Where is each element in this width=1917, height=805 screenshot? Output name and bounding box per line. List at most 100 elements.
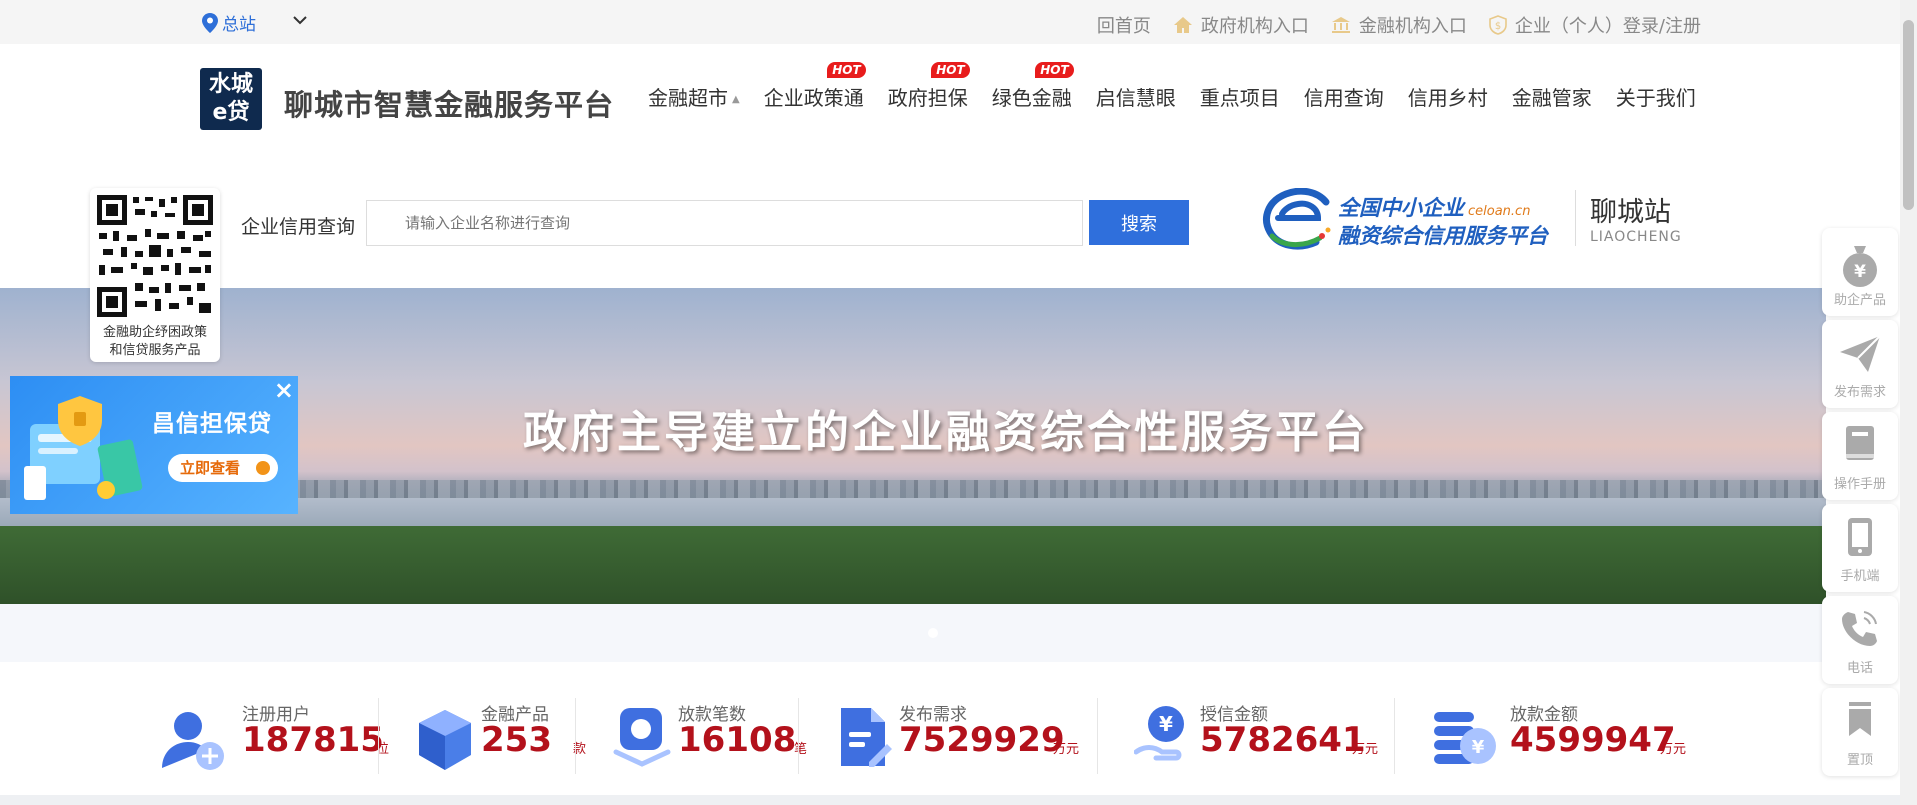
promo-view-button[interactable]: 立即查看 bbox=[168, 454, 278, 482]
stat-unit: 万元 bbox=[1352, 742, 1379, 757]
float-products[interactable]: ¥ 助企产品 bbox=[1822, 228, 1898, 316]
float-label: 操作手册 bbox=[1833, 477, 1886, 492]
nav-label: 启信慧眼 bbox=[1095, 86, 1176, 110]
chevron-down-icon[interactable] bbox=[292, 14, 308, 26]
hot-badge: HOT bbox=[931, 62, 970, 78]
nav-item-gov-guarantee[interactable]: 政府担保 HOT bbox=[887, 62, 970, 111]
qr-caption-line1: 金融助企纾困政策 bbox=[102, 325, 207, 340]
qr-code-icon bbox=[95, 193, 215, 319]
stat-loan-amount: ¥ 放款金额 4599947 万元 bbox=[1432, 690, 1700, 790]
site-logo[interactable]: 水城 e贷 bbox=[200, 68, 262, 130]
login-register-link[interactable]: $ 企业（个人）登录/注册 bbox=[1489, 12, 1701, 38]
stat-products: 金融产品 253 款 bbox=[415, 690, 635, 790]
stack-layers-icon bbox=[613, 708, 671, 767]
bottom-strip bbox=[0, 795, 1900, 805]
float-label: 置顶 bbox=[1846, 753, 1873, 768]
promo-close-button[interactable]: × bbox=[274, 378, 294, 402]
stat-value: 7529929 bbox=[899, 720, 1065, 760]
nav-label: 绿色金融 bbox=[991, 86, 1072, 110]
nav-label: 金融超市 bbox=[648, 86, 728, 110]
stat-value: 187815 bbox=[242, 720, 384, 760]
float-telephone[interactable]: 电话 bbox=[1822, 596, 1898, 684]
caret-up-icon: ▲ bbox=[732, 94, 740, 105]
telephone-icon bbox=[1842, 611, 1877, 646]
station-en: LIAOCHENG bbox=[1590, 229, 1682, 245]
stat-loan-count: 放款笔数 16108 笔 bbox=[612, 690, 832, 790]
nav-item-finance-market[interactable]: 金融超市 ▲ bbox=[648, 82, 740, 111]
phone-icon bbox=[1848, 518, 1872, 556]
home-link-label: 回首页 bbox=[1096, 16, 1151, 37]
stat-unit: 万元 bbox=[1660, 742, 1687, 757]
stat-demands: 发布需求 7529929 万元 bbox=[835, 690, 1095, 790]
search-button[interactable]: 搜索 bbox=[1089, 200, 1189, 245]
stat-unit: 笔 bbox=[794, 742, 808, 757]
svg-text:¥: ¥ bbox=[1159, 712, 1173, 736]
nav-item-credit-query[interactable]: 信用查询 bbox=[1304, 82, 1384, 111]
float-back-to-top[interactable]: 置顶 bbox=[1822, 688, 1898, 776]
nav-item-credit-village[interactable]: 信用乡村 bbox=[1408, 82, 1488, 111]
hot-badge: HOT bbox=[1035, 62, 1074, 78]
qr-code-card[interactable]: 金融助企纾困政策 和信贷服务产品 bbox=[90, 188, 220, 362]
stat-divider bbox=[1394, 698, 1395, 774]
guarantee-illustration-icon bbox=[24, 396, 143, 500]
book-icon bbox=[1846, 426, 1874, 460]
promo-button-label: 立即查看 bbox=[180, 459, 241, 477]
logo-line1: 水城 bbox=[208, 72, 253, 97]
float-post-demand[interactable]: 发布需求 bbox=[1822, 320, 1898, 408]
station-label: 聊城站 LIAOCHENG bbox=[1575, 190, 1682, 246]
banner-title: 政府主导建立的企业融资综合性服务平台 bbox=[523, 407, 1369, 458]
qr-caption-line2: 和信贷服务产品 bbox=[109, 343, 201, 358]
money-bag-icon: ¥ bbox=[1843, 246, 1877, 287]
login-register-label: 企业（个人）登录/注册 bbox=[1514, 16, 1701, 37]
float-mobile[interactable]: 手机端 bbox=[1822, 504, 1898, 592]
svg-text:¥: ¥ bbox=[1472, 737, 1485, 758]
nav-item-key-projects[interactable]: 重点项目 bbox=[1200, 82, 1280, 111]
document-edit-icon bbox=[841, 708, 892, 767]
nav-label: 金融管家 bbox=[1511, 86, 1592, 110]
nav-label: 信用乡村 bbox=[1407, 86, 1488, 110]
nav-item-about[interactable]: 关于我们 bbox=[1616, 82, 1696, 111]
stat-divider bbox=[575, 698, 576, 774]
right-float-toolbar: ¥ 助企产品 发布需求 操作手册 手机端 电话 置顶 bbox=[1822, 228, 1900, 780]
location-selector[interactable]: 总站 bbox=[202, 10, 307, 35]
nav-item-qixin[interactable]: 启信慧眼 bbox=[1096, 82, 1176, 111]
promo-popup[interactable]: 昌信担保贷 立即查看 × bbox=[10, 376, 298, 514]
celoan-domain: celoan.cn bbox=[1468, 204, 1531, 219]
top-links: 回首页 政府机构入口 金融机构入口 $ 企业（个人）登录/注册 bbox=[1075, 12, 1701, 38]
nav-item-policy[interactable]: 企业政策通 HOT bbox=[763, 62, 866, 111]
celoan-line1: 全国中小企业 bbox=[1338, 196, 1464, 220]
stat-value: 16108 bbox=[678, 720, 797, 760]
celoan-line2: 融资综合信用服务平台 bbox=[1338, 224, 1548, 248]
nav-item-finance-butler[interactable]: 金融管家 bbox=[1512, 82, 1592, 111]
celoan-logo[interactable]: 全国中小企业 celoan.cn 融资综合信用服务平台 bbox=[1262, 188, 1562, 254]
promo-title: 昌信担保贷 bbox=[152, 411, 272, 437]
logo-line2: e贷 bbox=[212, 100, 250, 125]
stats-bar: 注册用户 187815 位 金融产品 253 款 放款笔数 16108 笔 发布… bbox=[160, 690, 1700, 790]
nav-label: 企业政策通 bbox=[763, 86, 864, 110]
home-icon bbox=[1173, 17, 1192, 33]
stat-value: 253 bbox=[481, 720, 552, 760]
stat-unit: 万元 bbox=[1053, 742, 1080, 757]
nav-item-green-finance[interactable]: 绿色金融 HOT bbox=[991, 62, 1074, 111]
page-scrollbar[interactable] bbox=[1900, 0, 1917, 805]
arrow-circle-icon bbox=[256, 461, 270, 475]
yen-hand-icon: ¥ bbox=[1134, 706, 1184, 761]
finance-entry-link[interactable]: 金融机构入口 bbox=[1331, 12, 1467, 38]
float-manual[interactable]: 操作手册 bbox=[1822, 412, 1898, 500]
scrollbar-thumb[interactable] bbox=[1903, 20, 1914, 210]
main-nav: 金融超市 ▲ 企业政策通 HOT 政府担保 HOT 绿色金融 HOT 启信慧眼 重点项目… bbox=[648, 62, 1696, 111]
station-cn: 聊城站 bbox=[1590, 197, 1671, 228]
nav-label: 关于我们 bbox=[1615, 86, 1696, 110]
float-label: 助企产品 bbox=[1833, 293, 1886, 308]
coin-stack-icon: ¥ bbox=[1434, 712, 1496, 764]
celoan-e-logo-icon bbox=[1263, 188, 1331, 250]
home-link[interactable]: 回首页 bbox=[1097, 12, 1151, 38]
nav-label: 政府担保 bbox=[887, 86, 968, 110]
float-label: 电话 bbox=[1846, 661, 1873, 676]
carousel-dot[interactable] bbox=[928, 628, 938, 638]
site-title: 聊城市智慧金融服务平台 bbox=[284, 88, 615, 122]
gov-entry-link[interactable]: 政府机构入口 bbox=[1173, 12, 1309, 38]
search-input[interactable] bbox=[366, 200, 1083, 246]
stat-value: 5782641 bbox=[1200, 720, 1366, 760]
svg-text:¥: ¥ bbox=[1854, 262, 1866, 282]
